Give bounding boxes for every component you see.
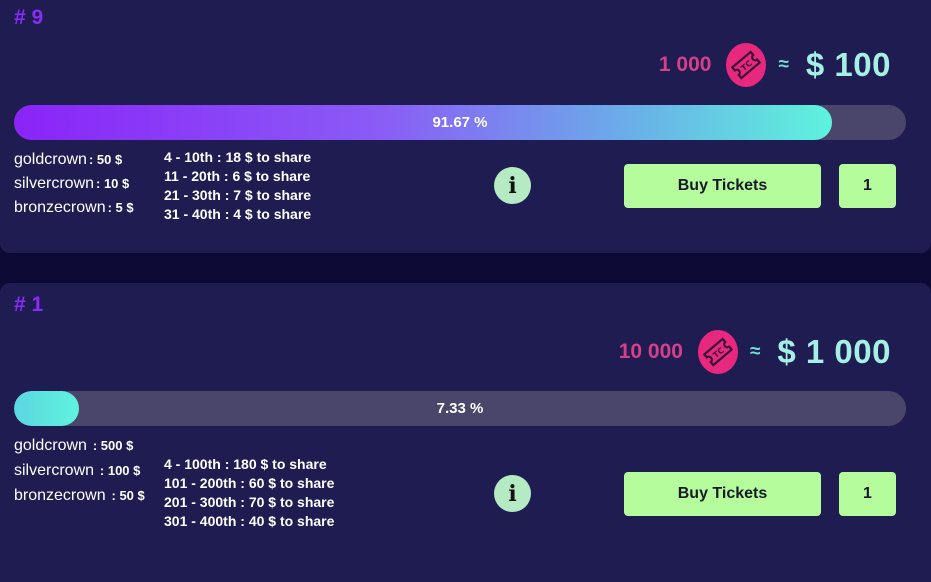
gold-crown-row: goldcrown : 50 $ — [14, 148, 134, 172]
ticket-quantity-input[interactable]: 1 — [839, 164, 896, 208]
share-item: 101 - 200th : 60 $ to share — [164, 475, 335, 491]
silver-crown-value: : 100 $ — [99, 463, 141, 478]
progress-bar: 91.67 % — [14, 105, 906, 140]
bronzecrown-icon: bronzecrown — [14, 487, 106, 504]
prize-row: 10 000 TC ≈ $ 1 000 — [619, 330, 891, 374]
share-list: 4 - 10th : 18 $ to share 11 - 20th : 6 $… — [164, 148, 311, 224]
share-item: 201 - 300th : 70 $ to share — [164, 494, 335, 510]
approx-sign: ≈ — [749, 341, 761, 362]
silver-crown-value: : 10 $ — [96, 176, 130, 191]
share-item: 4 - 10th : 18 $ to share — [164, 149, 312, 165]
silvercrown-icon: silvercrown — [14, 462, 95, 479]
ticket-count: 10 000 — [618, 340, 683, 363]
bronze-crown-value: : 5 $ — [107, 200, 134, 215]
ticket-quantity-input[interactable]: 1 — [839, 472, 896, 516]
buy-tickets-button[interactable]: Buy Tickets — [624, 164, 821, 208]
gold-crown-value: : 500 $ — [92, 438, 134, 453]
lottery-rank: # 1 — [14, 293, 44, 316]
lottery-rank: # 9 — [14, 6, 44, 29]
share-item: 301 - 400th : 40 $ to share — [164, 513, 335, 529]
info-icon[interactable]: i — [494, 167, 531, 204]
crown-prizes: goldcrown : 50 $ silvercrown : 10 $ bron… — [14, 148, 134, 220]
prize-value: $ 1 000 — [777, 333, 891, 370]
bronze-crown-row: bronzecrown : 50 $ — [14, 483, 156, 508]
gold-crown-value: : 50 $ — [88, 152, 123, 167]
share-item: 31 - 40th : 4 $ to share — [164, 206, 312, 222]
goldcrown-icon: goldcrown — [14, 151, 87, 168]
info-icon[interactable]: i — [494, 475, 531, 512]
lottery-card-1: # 1 10 000 TC ≈ $ 1 000 7.33 % goldcrown… — [0, 283, 931, 582]
progress-bar: 7.33 % — [14, 391, 906, 426]
lottery-card-9: # 9 1 000 TC ≈ $ 100 91.67 % goldcrown :… — [0, 0, 931, 253]
buy-tickets-button[interactable]: Buy Tickets — [624, 472, 821, 516]
ticket-coin-icon: TC — [697, 330, 738, 374]
bronze-crown-row: bronzecrown : 5 $ — [14, 196, 134, 220]
prize-value: $ 100 — [805, 46, 891, 83]
share-item: 11 - 20th : 6 $ to share — [164, 168, 311, 184]
share-list: 4 - 100th : 180 $ to share 101 - 200th :… — [164, 455, 334, 531]
silver-crown-row: silvercrown : 10 $ — [14, 172, 134, 196]
progress-label: 7.33 % — [436, 400, 484, 417]
crown-prizes: goldcrown : 500 $ silvercrown : 100 $ br… — [14, 433, 156, 508]
bronzecrown-icon: bronzecrown — [14, 199, 106, 216]
silvercrown-icon: silvercrown — [14, 175, 95, 192]
progress-label: 91.67 % — [432, 114, 488, 131]
share-item: 4 - 100th : 180 $ to share — [164, 456, 327, 472]
ticket-count: 1 000 — [658, 53, 712, 76]
bronze-crown-value: : 50 $ — [111, 488, 145, 503]
silver-crown-row: silvercrown : 100 $ — [14, 458, 156, 483]
ticket-coin-icon: TC — [726, 43, 767, 87]
share-item: 21 - 30th : 7 $ to share — [164, 187, 312, 203]
prize-row: 1 000 TC ≈ $ 100 — [659, 43, 891, 87]
gold-crown-row: goldcrown : 500 $ — [14, 433, 156, 458]
approx-sign: ≈ — [778, 54, 789, 75]
goldcrown-icon: goldcrown — [14, 437, 87, 454]
